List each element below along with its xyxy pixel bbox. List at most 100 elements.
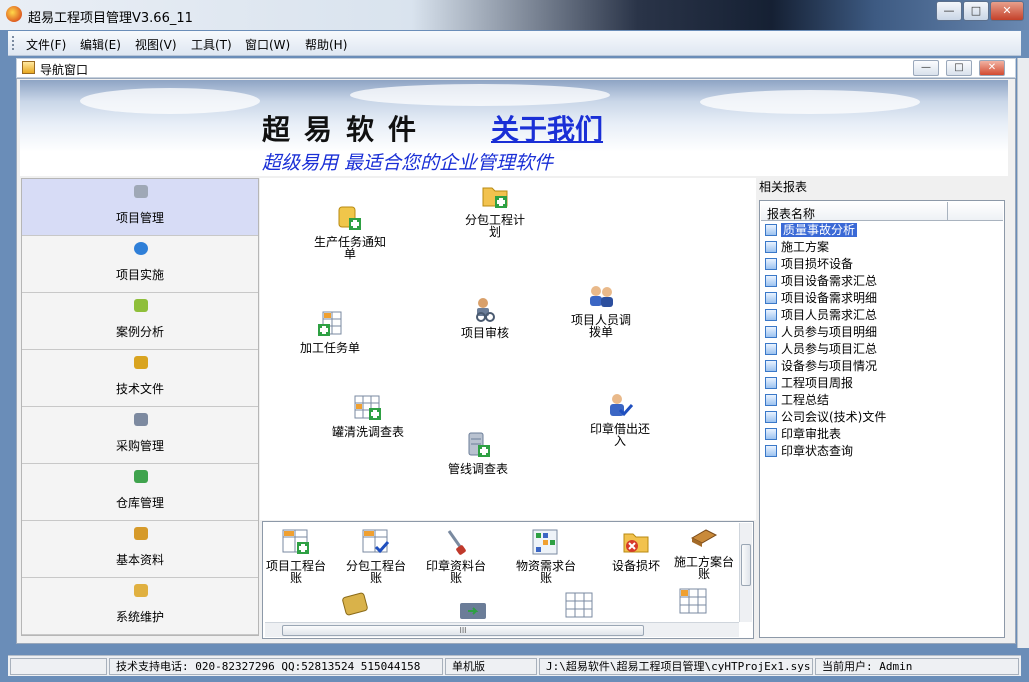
cloud-decoration [80,88,260,114]
report-row[interactable]: 设备参与项目情况 [765,359,877,375]
menu-window[interactable]: 窗口(W) [245,36,290,53]
scrollbar-thumb[interactable] [741,544,751,586]
stamp-icon [447,530,466,555]
nav-item-project-management[interactable]: 项目管理 [22,179,258,236]
truck-icon [134,185,148,198]
report-row[interactable]: 人员参与项目汇总 [765,342,877,358]
report-icon [765,326,777,338]
status-edition: 单机版 [445,658,537,675]
child-close-button[interactable]: ✕ [979,60,1005,76]
report-icon [765,309,777,321]
flow-item-production-notice[interactable]: 生产任务通知单 [310,204,390,260]
nav-item-label: 项目管理 [115,211,164,225]
report-row[interactable]: 项目设备需求明细 [765,291,877,307]
report-row[interactable]: 工程项目周报 [765,376,853,392]
flow-item-project-review[interactable]: 项目审核 [450,295,520,339]
flow-item-tank-cleaning[interactable]: 罐清洗调查表 [328,394,408,438]
column-divider[interactable] [947,202,948,221]
ledger-item-project[interactable]: 项目工程台账 [263,528,329,584]
report-icon [765,241,777,253]
menu-tools[interactable]: 工具(T) [191,36,232,53]
chart-icon [134,470,148,483]
menu-view[interactable]: 视图(V) [135,36,177,53]
report-row[interactable]: 人员参与项目明细 [765,325,877,341]
flow-item-subcontract-plan[interactable]: 分包工程计划 [460,182,530,238]
report-row[interactable]: 项目设备需求汇总 [765,274,877,290]
report-row[interactable]: 印章审批表 [765,427,841,443]
report-icon [765,292,777,304]
hand-icon [134,584,148,597]
reports-list: 报表名称 质量事故分析 施工方案 项目损坏设备 项目设备需求汇总 项目设备需求明… [759,200,1005,638]
nav-item-warehouse[interactable]: 仓库管理 [22,464,258,521]
status-file-path: J:\超易软件\超易工程项目管理\cyHTProjEx1.sys [539,658,813,675]
flow-item-staff-transfer[interactable]: 项目人员调拨单 [566,282,636,338]
notebook-icon[interactable] [341,592,371,616]
people-icon [590,286,613,307]
column-header-report-name[interactable]: 报表名称 [767,205,815,222]
ledger-horizontal-scrollbar[interactable]: III [265,622,739,637]
report-row[interactable]: 施工方案 [765,240,829,256]
menu-edit[interactable]: 编辑(E) [80,36,121,53]
ledger-item-seal[interactable]: 印章资料台账 [423,528,489,584]
nav-item-system-maintenance[interactable]: 系统维护 [22,578,258,635]
reports-list-header: 报表名称 [761,202,1003,221]
nav-item-basic-data[interactable]: 基本资料 [22,521,258,578]
flow-item-label: 项目人员调拨单 [570,313,631,339]
ledger-vertical-scrollbar[interactable] [739,523,752,622]
child-minimize-button[interactable]: — [913,60,939,76]
status-support-phone: 技术支持电话: 020-82327296 QQ:52813524 5150441… [109,658,443,675]
report-row[interactable]: 项目人员需求汇总 [765,308,877,324]
nav-item-case-analysis[interactable]: 案例分析 [22,293,258,350]
about-us-link[interactable]: 关于我们 [491,108,603,148]
nav-item-label: 项目实施 [115,268,164,282]
book-icon [690,529,718,547]
nav-item-procurement[interactable]: 采购管理 [22,407,258,464]
child-window-title: 导航窗口 [40,63,89,77]
flow-item-processing-order[interactable]: 加工任务单 [290,310,370,354]
nav-item-project-implementation[interactable]: 项目实施 [22,236,258,293]
report-icon [765,377,777,389]
notice-add-icon [338,206,361,230]
status-current-user: 当前用户: Admin [815,658,1019,675]
report-icon [765,394,777,406]
nav-item-label: 技术文件 [115,382,164,396]
ledger-item-equipment-damage[interactable]: 设备损坏 [603,528,669,572]
report-icon [765,275,777,287]
nav-item-label: 基本资料 [115,553,164,567]
menu-help[interactable]: 帮助(H) [305,36,347,53]
child-maximize-button[interactable]: □ [946,60,972,76]
report-row[interactable]: 工程总结 [765,393,829,409]
report-row[interactable]: 质量事故分析 [765,223,858,239]
box-icon [134,299,148,312]
flow-item-label: 管线调查表 [447,462,508,476]
table-add-icon [354,395,381,420]
flow-item-label: 项目审核 [460,326,509,340]
banner-slogan: 超级易用 最适合您的企业管理软件 [262,152,554,174]
toolbar-grip[interactable] [12,36,15,50]
ledger-item-materials[interactable]: 物资需求台账 [513,528,579,584]
flow-item-seal-lending[interactable]: 印章借出还入 [585,391,655,447]
ledger-item-label: 施工方案台账 [673,555,734,581]
minimize-button[interactable]: — [936,1,962,21]
report-icon [765,411,777,423]
ledger-item-construction-plan[interactable]: 施工方案台账 [671,524,737,580]
table-icon[interactable] [565,592,593,618]
ledger-item-label: 物资需求台账 [515,559,576,585]
flow-item-pipeline-survey[interactable]: 管线调查表 [442,431,514,475]
report-icon [765,224,777,236]
ledger-item-label: 印章资料台账 [425,559,486,585]
close-button[interactable]: ✕ [990,1,1024,21]
nav-window-icon [22,61,35,74]
main-vertical-scrollbar[interactable] [1017,58,1029,648]
report-row[interactable]: 项目损坏设备 [765,257,853,273]
scrollbar-thumb[interactable]: III [282,625,644,636]
ledger-item-subcontract[interactable]: 分包工程台账 [343,528,409,584]
menu-file[interactable]: 文件(F) [26,36,66,53]
briefcase-icon[interactable] [458,598,488,620]
report-row[interactable]: 印章状态查询 [765,444,853,460]
table-highlight-icon[interactable] [679,588,707,614]
nav-item-technical-docs[interactable]: 技术文件 [22,350,258,407]
nav-item-label: 案例分析 [115,325,164,339]
maximize-button[interactable]: □ [963,1,989,21]
report-row[interactable]: 公司会议(技术)文件 [765,410,886,426]
